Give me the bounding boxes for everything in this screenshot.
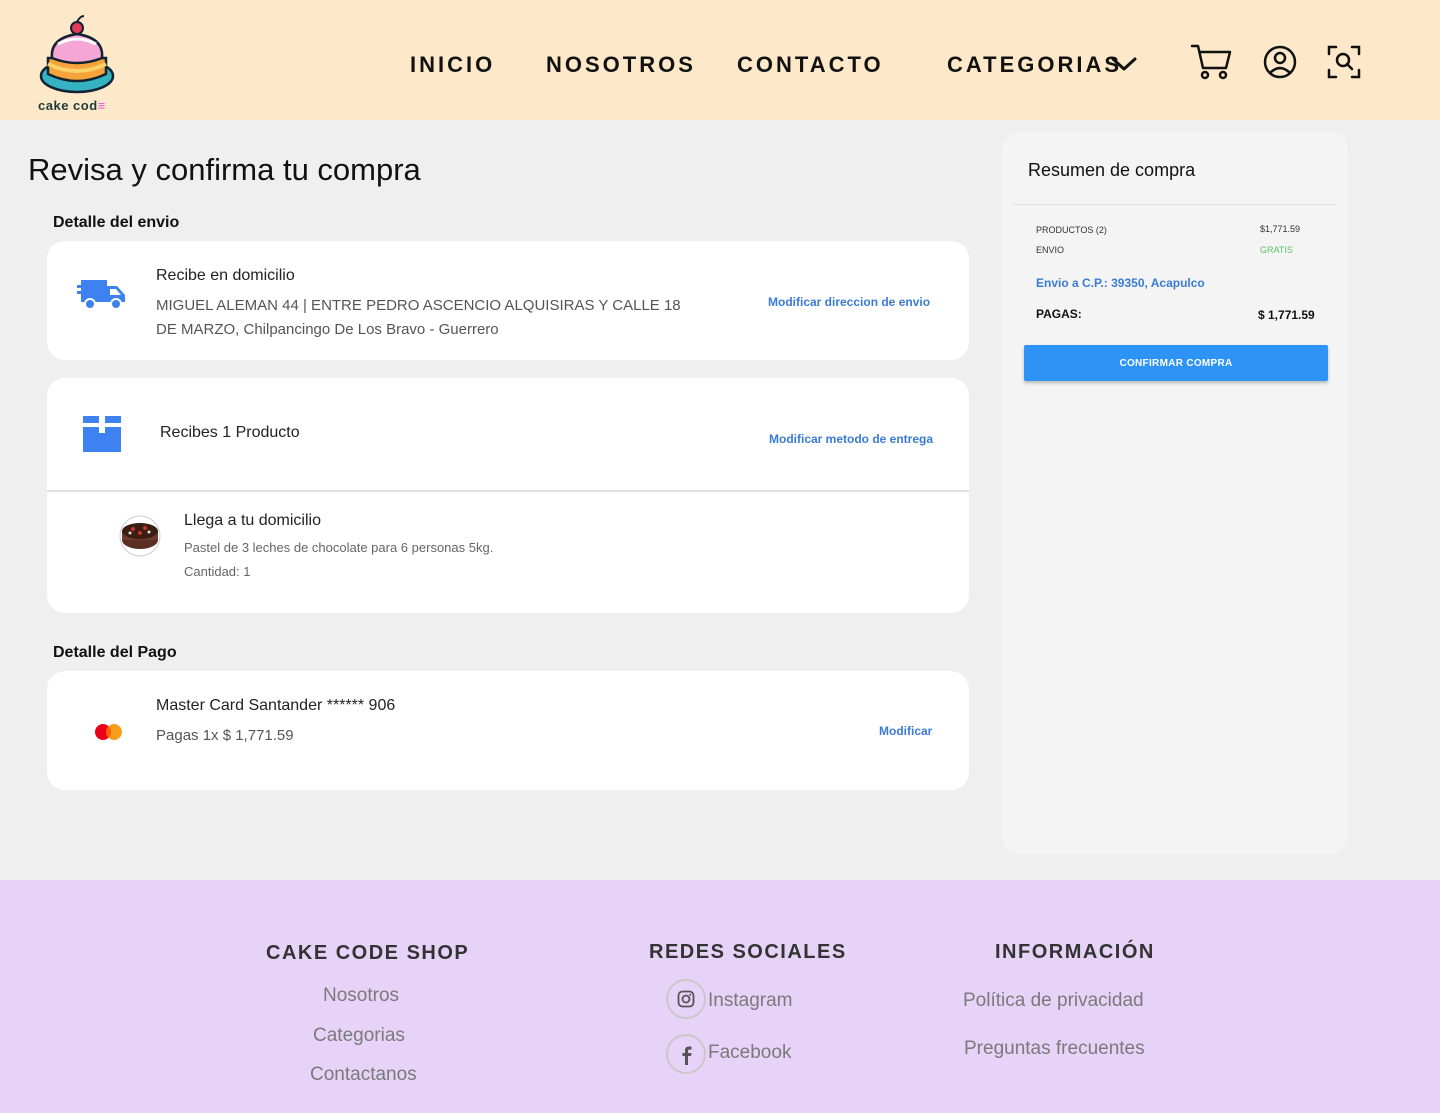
summary-total-label: PAGAS: [1036, 307, 1082, 321]
summary-shipping-to: Envio a C.P.: 39350, Acapulco [1036, 276, 1205, 290]
product-divider [47, 490, 969, 492]
shipping-card: Recibe en domicilio MIGUEL ALEMAN 44 | E… [47, 241, 969, 360]
product-heading: Recibes 1 Producto [160, 424, 300, 441]
footer-social-heading: REDES SOCIALES [649, 941, 847, 963]
modify-delivery-link[interactable]: Modificar metodo de entrega [769, 432, 933, 446]
user-icon[interactable] [1258, 40, 1302, 84]
modify-address-link[interactable]: Modificar direccion de envio [768, 295, 930, 309]
footer-link-contactanos[interactable]: Contactanos [310, 1064, 417, 1086]
page-title: Revisa y confirma tu compra [28, 152, 421, 187]
footer-shop-heading: CAKE CODE SHOP [266, 942, 470, 964]
footer-link-privacidad[interactable]: Política de privacidad [963, 990, 1144, 1012]
footer-link-nosotros[interactable]: Nosotros [323, 985, 399, 1007]
summary-title: Resumen de compra [1028, 160, 1196, 180]
nav-inicio[interactable]: INICIO [410, 52, 495, 78]
box-icon [83, 416, 121, 452]
site-header: cake cod≡ INICIO NOSOTROS CONTACTO CATEG… [0, 0, 1440, 120]
payment-section-label: Detalle del Pago [53, 644, 177, 661]
nav-categorias[interactable]: CATEGORIAS [947, 52, 1122, 78]
footer-link-faq[interactable]: Preguntas frecuentes [964, 1038, 1145, 1060]
cake-product-image [119, 515, 161, 557]
product-name: Pastel de 3 leches de chocolate para 6 p… [184, 540, 494, 555]
confirm-purchase-button[interactable]: CONFIRMAR COMPRA [1024, 345, 1328, 381]
footer-link-instagram[interactable]: Instagram [708, 990, 792, 1012]
product-card: Recibes 1 Producto Modificar metodo de e… [47, 378, 969, 613]
delivery-heading: Llega a tu domicilio [184, 512, 321, 529]
cart-icon[interactable] [1189, 40, 1233, 84]
summary-products-label: PRODUCTOS (2) [1036, 225, 1107, 235]
payment-card: Master Card Santander ****** 906 Pagas 1… [47, 671, 969, 790]
summary-shipping-label: ENVIO [1036, 245, 1065, 255]
shipping-address-line2: DE MARZO, Chilpancingo De Los Bravo - Gu… [156, 321, 499, 338]
shipping-heading: Recibe en domicilio [156, 267, 295, 284]
payment-plan: Pagas 1x $ 1,771.59 [156, 727, 294, 744]
menu-icon: ≡ [97, 98, 106, 113]
truck-icon [77, 280, 125, 310]
chevron-down-icon[interactable] [1110, 54, 1138, 74]
summary-total-value: $ 1,771.59 [1258, 308, 1315, 322]
payment-card-name: Master Card Santander ****** 906 [156, 697, 396, 714]
summary-shipping-value: GRATIS [1260, 245, 1293, 255]
nav-nosotros[interactable]: NOSOTROS [546, 52, 696, 78]
nav-contacto[interactable]: CONTACTO [737, 52, 884, 78]
shipping-address-line1: MIGUEL ALEMAN 44 | ENTRE PEDRO ASCENCIO … [156, 297, 681, 314]
footer-info-heading: INFORMACIÓN [995, 941, 1155, 963]
purchase-summary: Resumen de compra PRODUCTOS (2) $1,771.5… [1002, 132, 1348, 854]
mastercard-icon [95, 724, 122, 740]
facebook-icon[interactable] [666, 1034, 706, 1074]
summary-products-value: $1,771.59 [1260, 224, 1301, 234]
product-quantity: Cantidad: 1 [184, 564, 251, 579]
instagram-icon[interactable] [666, 979, 706, 1019]
footer-link-facebook[interactable]: Facebook [708, 1042, 791, 1064]
footer-link-categorias[interactable]: Categorias [313, 1025, 405, 1047]
search-icon[interactable] [1322, 40, 1366, 84]
site-footer: CAKE CODE SHOP Nosotros Categorias Conta… [0, 880, 1440, 1113]
logo-text: cake cod≡ [38, 98, 106, 113]
summary-divider [1014, 204, 1336, 205]
shipping-section-label: Detalle del envio [53, 214, 180, 231]
modify-payment-link[interactable]: Modificar [879, 724, 932, 738]
